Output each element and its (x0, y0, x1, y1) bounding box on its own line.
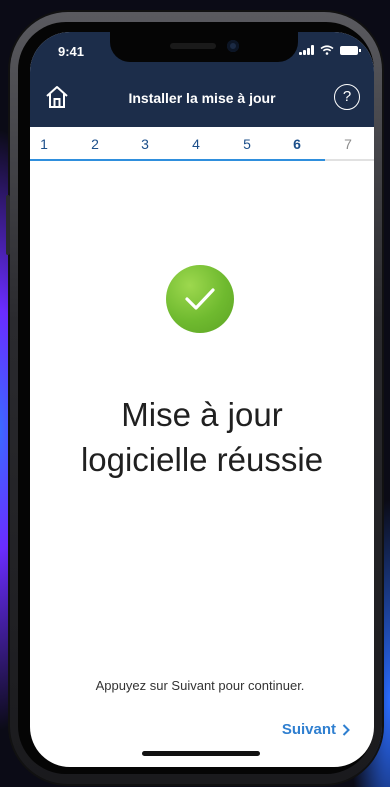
step-2: 2 (91, 136, 99, 152)
stepper: 1 2 3 4 5 6 7 (30, 127, 374, 161)
speaker (170, 43, 216, 49)
wifi-icon (320, 45, 334, 55)
headline-line-2: logicielle réussie (80, 441, 324, 478)
progress-fill (30, 159, 325, 161)
step-3: 3 (141, 136, 149, 152)
step-5: 5 (243, 136, 251, 152)
home-indicator[interactable] (142, 751, 260, 756)
success-headline: Mise à jour logicielle réussie (30, 392, 374, 482)
battery-icon (340, 45, 361, 55)
headline-line-1: Mise à jour (121, 396, 283, 433)
step-4: 4 (192, 136, 200, 152)
page-title: Installer la mise à jour (128, 90, 276, 106)
continue-hint: Appuyez sur Suivant pour continuer. (95, 678, 305, 693)
notch (110, 32, 298, 62)
checkmark-icon (185, 288, 215, 310)
volume-button (6, 195, 10, 255)
camera (227, 40, 239, 52)
signal-icon (299, 45, 314, 55)
success-badge (166, 265, 234, 333)
next-label: Suivant (281, 721, 336, 738)
status-time: 9:41 (58, 44, 85, 59)
help-button[interactable]: ? (334, 84, 360, 110)
chevron-right-icon (342, 723, 350, 736)
next-button[interactable]: Suivant (282, 721, 350, 738)
status-icons (299, 45, 361, 55)
step-1: 1 (40, 136, 48, 152)
app-screen: 9:41 Installer la mise à jour ? 1 2 3 4 … (30, 32, 374, 767)
step-6: 6 (293, 136, 301, 152)
step-7: 7 (344, 136, 352, 152)
header-bar: 9:41 Installer la mise à jour ? (30, 32, 374, 127)
help-icon: ? (342, 88, 352, 105)
